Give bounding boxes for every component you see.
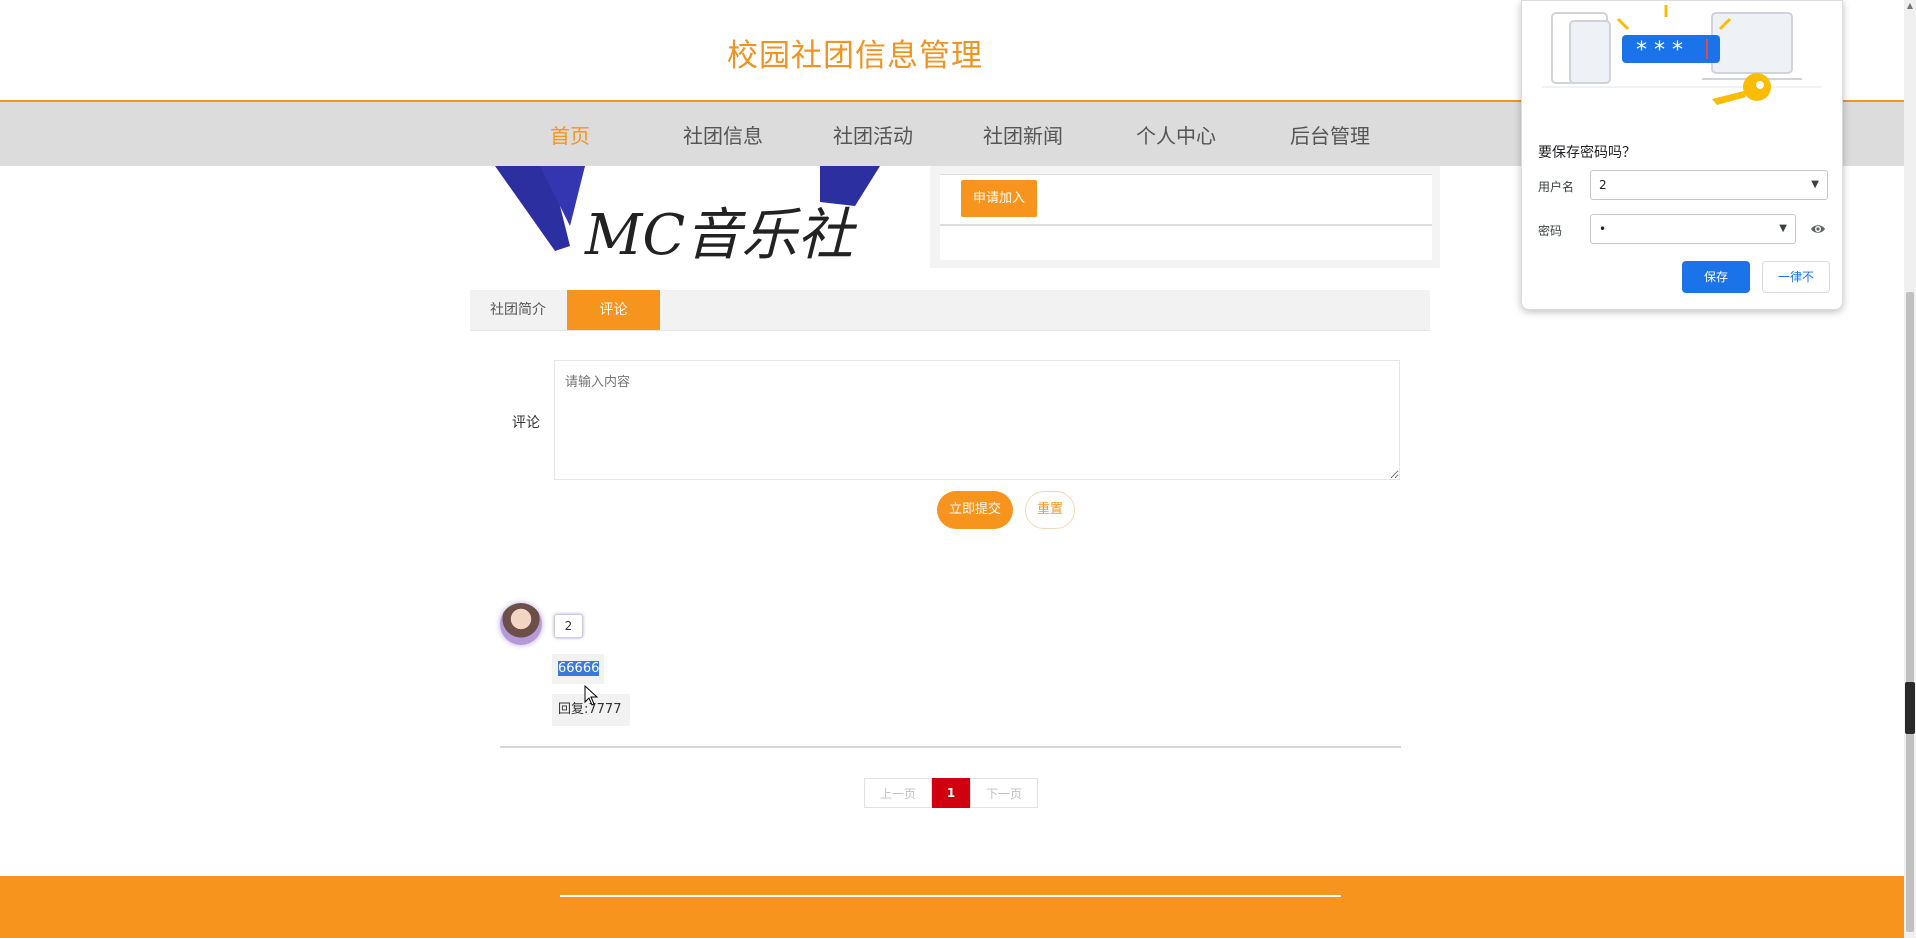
tab-club-intro[interactable]: 社团简介 [470,290,566,330]
comment-content: 66666 [552,654,604,684]
chevron-down-icon: ▼ [1811,179,1819,190]
club-logo-text: MC音乐社 [584,203,857,266]
nav-item-personal-center[interactable]: 个人中心 [1136,120,1216,149]
club-logo: MC音乐社 [490,166,890,266]
password-label: 密码 [1538,224,1563,238]
scrollbar-thumb[interactable] [1906,292,1914,932]
scrollbar[interactable]: ▲ [1904,0,1916,938]
scroll-up-icon[interactable]: ▲ [1906,2,1914,10]
divider [940,225,1432,226]
eye-icon[interactable] [1810,221,1826,237]
tabs-bar: 社团简介 评论 [470,290,1430,331]
pagination-current[interactable]: 1 [932,778,970,808]
chevron-down-icon: ▼ [1779,223,1787,234]
never-save-button[interactable]: 一律不 [1762,261,1830,293]
nav-item-admin[interactable]: 后台管理 [1290,120,1370,149]
password-select[interactable]: • ▼ [1590,214,1796,244]
divider [500,746,1401,748]
password-illustration: * * * [1542,5,1822,105]
site-title: 校园社团信息管理 [727,38,983,74]
username-value: 2 [1599,178,1607,192]
comment-input[interactable] [554,360,1400,480]
save-password-title: 要保存密码吗？ [1538,145,1636,161]
nav-item-club-news[interactable]: 社团新闻 [983,120,1063,149]
nav-item-club-info[interactable]: 社团信息 [683,120,763,149]
password-value: • [1599,222,1607,236]
scrollbar-marker [1905,682,1915,734]
comment-username: 2 [554,614,583,638]
pagination-next[interactable]: 下一页 [970,778,1038,808]
club-logo-graphic: MC音乐社 [495,166,880,266]
nav-item-home[interactable]: 首页 [550,120,590,149]
site-footer [0,876,1904,938]
username-label: 用户名 [1538,180,1575,194]
mouse-cursor-icon [584,685,599,706]
submit-button[interactable]: 立即提交 [937,491,1013,529]
comment-label: 评论 [512,415,540,431]
username-select[interactable]: 2 ▼ [1590,170,1828,200]
nav-item-club-activity[interactable]: 社团活动 [833,120,913,149]
save-password-button[interactable]: 保存 [1682,261,1750,293]
password-illustration-text: * * * [1636,38,1683,63]
reset-button[interactable]: 重置 [1025,491,1075,529]
avatar [500,603,542,645]
apply-join-button[interactable]: 申请加入 [961,180,1037,217]
divider [940,174,1432,175]
comment-content-text: 66666 [558,661,600,676]
divider [560,895,1341,897]
save-password-popup: * * * 要保存密码吗？ 用户名 2 ▼ 密码 • ▼ 保存 一律不 [1521,0,1843,310]
pagination-prev[interactable]: 上一页 [864,778,932,808]
tab-comments[interactable]: 评论 [567,290,660,330]
